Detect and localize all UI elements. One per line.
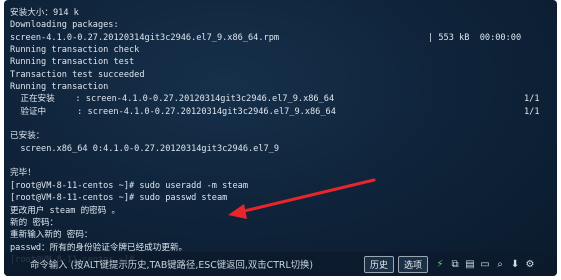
terminal-line-text: [root@VM-8-11-centos ~]# sudo passwd ste… [10, 193, 228, 204]
terminal-line: 已安装： [10, 130, 550, 142]
terminal-line: 验证中 : screen-4.1.0-0.27.20120314git3c294… [10, 106, 550, 118]
terminal-line: 完毕！ [10, 167, 550, 179]
terminal-line: screen.x86_64 0:4.1.0-0.27.20120314git3c… [10, 143, 550, 155]
terminal-line-text: 安装大小：914 k [10, 8, 79, 18]
terminal-line: 重新输入新的 密码： [10, 229, 550, 241]
terminal-line: Downloading packages: [10, 19, 550, 31]
download-progress: | 553 kB 00:00:00 [428, 32, 522, 43]
terminal-line-text: [root@VM-8-11-centos ~]# sudo useradd -m… [10, 180, 248, 191]
terminal-line-text: 重新输入新的 密码： [10, 230, 93, 241]
terminal-line-text: screen.x86_64 0:4.1.0-0.27.20120314git3c… [10, 143, 280, 154]
terminal-line: 新的 密码： [10, 217, 550, 229]
terminal-line-text: 完毕！ [10, 168, 36, 179]
terminal-line: screen-4.1.0-0.27.20120314git3c2946.el7_… [10, 32, 550, 44]
transaction-progress: 1/1 [524, 106, 540, 117]
terminal-line: 更改用户 steam 的密码 。 [10, 205, 550, 217]
terminal-line: Running transaction check [10, 44, 550, 56]
command-input[interactable]: 命令输入 (按ALT键提示历史,TAB键路径,ESC键返回,双击CTRL切换) [30, 257, 364, 271]
terminal-line-text: Transaction test succeeded [10, 69, 145, 80]
terminal-line-text: 验证中 : screen-4.1.0-0.27.20120314git3c294… [10, 106, 336, 117]
terminal-line: Running transaction [10, 81, 550, 93]
history-button[interactable]: 历史 [364, 255, 395, 273]
terminal-line-text: 已安装： [10, 131, 45, 142]
terminal-line-text: Running transaction check [10, 45, 140, 56]
terminal-line-text: screen-4.1.0-0.27.20120314git3c2946.el7_… [10, 32, 280, 43]
folder-icon[interactable]: ▭ [478, 257, 492, 272]
lightning-icon[interactable]: ⚡ [433, 257, 447, 272]
terminal-window: 安装大小：914 k Downloading packages: screen-4.… [4, 0, 557, 276]
terminal-line: Transaction test succeeded [10, 69, 550, 81]
terminal-line-text: Running transaction [10, 82, 109, 93]
copy-icon[interactable]: ⧉ [448, 257, 462, 272]
terminal-line: Running transaction test [10, 56, 550, 68]
terminal-line-text: 更改用户 steam 的密码 。 [10, 205, 121, 216]
terminal-line: [root@VM-8-11-centos ~]# sudo passwd ste… [10, 192, 550, 204]
command-bar: 命令输入 (按ALT键提示历史,TAB键路径,ESC键返回,双击CTRL切换) … [4, 252, 557, 276]
options-button[interactable]: 选项 [398, 255, 429, 273]
terminal-line-text: Downloading packages: [10, 20, 119, 31]
terminal-line: 正在安装 : screen-4.1.0-0.27.20120314git3c29… [10, 93, 550, 105]
terminal-line-text: Running transaction test [10, 57, 135, 68]
transaction-progress: 1/1 [524, 94, 540, 105]
download-icon[interactable]: ⬇ [508, 257, 522, 272]
terminal-line-text: 正在安装 : screen-4.1.0-0.27.20120314git3c29… [10, 94, 335, 105]
search-icon[interactable]: ⌕ [493, 257, 507, 272]
terminal-output[interactable]: 安装大小：914 k Downloading packages: screen-4.… [10, 7, 550, 265]
settings-icon[interactable]: ⚙ [523, 257, 537, 272]
terminal-line: [root@VM-8-11-centos ~]# sudo useradd -m… [10, 180, 550, 192]
terminal-line-text: 新的 密码： [10, 217, 59, 228]
terminal-line: 安装大小：914 k [10, 7, 550, 19]
paste-icon[interactable]: ▤ [463, 257, 477, 272]
